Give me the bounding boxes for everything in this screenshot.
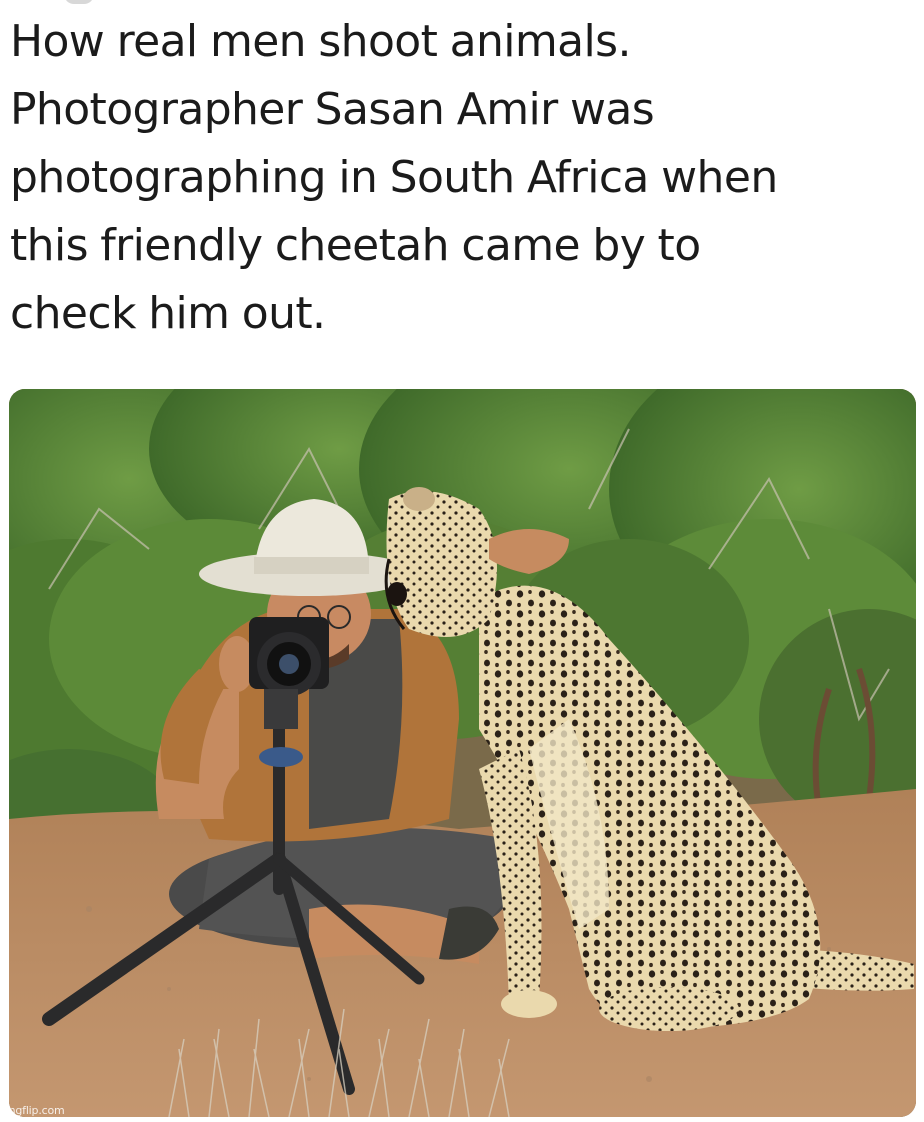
avatar-sliver [64, 0, 94, 4]
caption-line-4: this friendly cheetah came by to [10, 220, 701, 271]
caption-line-5: check him out. [10, 288, 326, 339]
imgflip-watermark: imgflip.com [2, 1104, 65, 1117]
camera [249, 617, 329, 696]
caption-line-1: How real men shoot animals. [10, 16, 631, 67]
photo-illustration [9, 389, 916, 1117]
post-photo[interactable] [9, 389, 916, 1117]
post-caption: How real men shoot animals. Photographer… [10, 8, 914, 348]
caption-line-2: Photographer Sasan Amir was [10, 84, 655, 135]
caption-line-3: photographing in South Africa when [10, 152, 778, 203]
